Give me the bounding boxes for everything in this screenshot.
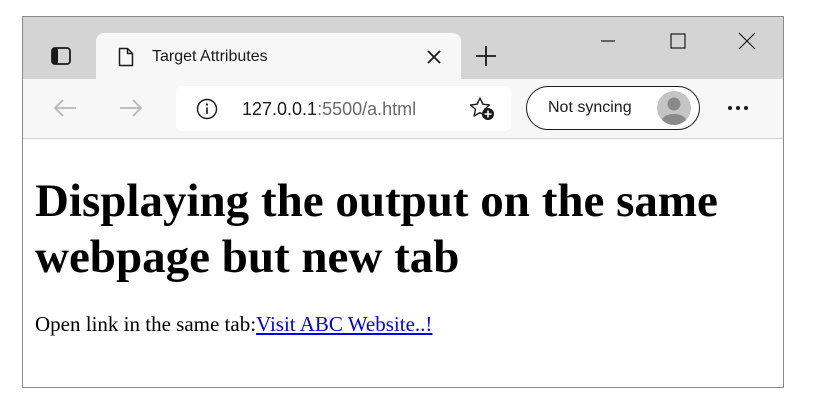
- page-icon: [118, 47, 134, 67]
- navigation-toolbar: 127.0.0.1:5500/a.html Not syncing: [23, 79, 783, 139]
- maximize-icon: [670, 33, 686, 49]
- close-icon: [427, 50, 441, 64]
- plus-icon: [476, 46, 496, 66]
- tab-strip: Target Attributes: [23, 17, 783, 79]
- window-close-button[interactable]: [735, 29, 759, 53]
- paragraph-text: Open link in the same tab:: [35, 312, 257, 336]
- address-bar[interactable]: 127.0.0.1:5500/a.html: [176, 86, 511, 131]
- info-icon[interactable]: [196, 98, 218, 120]
- profile-sync-button[interactable]: Not syncing: [526, 86, 700, 130]
- tab-title: Target Attributes: [152, 48, 268, 65]
- forward-arrow-icon: [120, 99, 143, 117]
- new-tab-button[interactable]: [473, 43, 499, 69]
- maximize-button[interactable]: [666, 29, 690, 53]
- tab-active[interactable]: Target Attributes: [96, 33, 461, 79]
- tab-close-button[interactable]: [424, 47, 444, 67]
- page-content: Displaying the output on the same webpag…: [23, 139, 783, 387]
- url-text[interactable]: 127.0.0.1:5500/a.html: [242, 98, 416, 120]
- add-favorite-icon[interactable]: [468, 96, 496, 122]
- window-close-icon: [738, 32, 756, 50]
- url-path: :5500/a.html: [317, 99, 417, 119]
- url-host: 127.0.0.1: [242, 99, 318, 119]
- browser-window: Target Attributes 127.0.0.1:5500/a.html …: [22, 16, 784, 388]
- back-arrow-icon: [53, 99, 76, 117]
- tab-actions-icon: [51, 47, 71, 65]
- back-button[interactable]: [51, 97, 79, 119]
- forward-button[interactable]: [117, 97, 145, 119]
- page-heading: Displaying the output on the same webpag…: [35, 175, 718, 283]
- avatar-icon: [657, 91, 691, 125]
- more-icon: [728, 106, 748, 110]
- sync-status-label: Not syncing: [548, 99, 632, 116]
- tab-actions-button[interactable]: [47, 45, 75, 67]
- link-paragraph: Open link in the same tab:Visit ABC Webs…: [35, 311, 432, 337]
- visit-abc-link[interactable]: Visit ABC Website..!: [256, 312, 432, 336]
- minimize-icon: [601, 40, 615, 42]
- settings-more-button[interactable]: [723, 93, 753, 123]
- minimize-button[interactable]: [596, 29, 620, 53]
